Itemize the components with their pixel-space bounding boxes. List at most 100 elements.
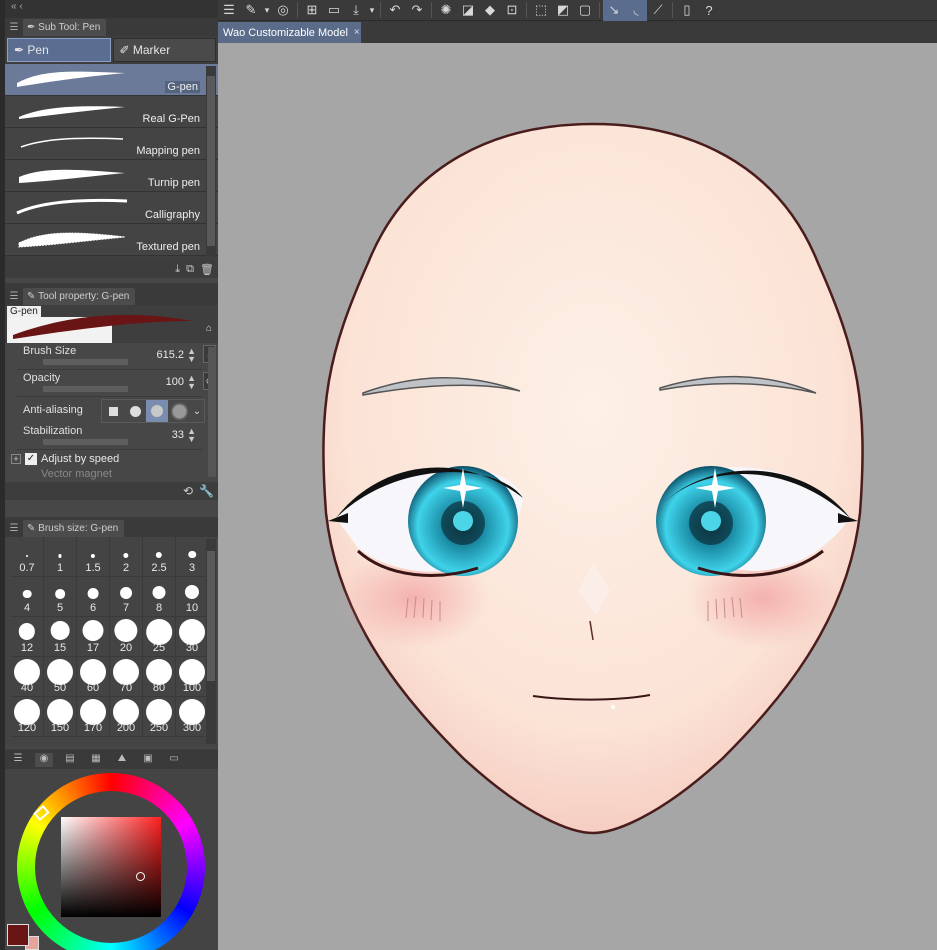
brush-item-g-pen[interactable]: G-pen: [5, 64, 218, 96]
deselect-icon[interactable]: ⬚: [530, 0, 552, 21]
open-folder-icon[interactable]: ▭: [323, 0, 345, 21]
redo-icon[interactable]: ↷: [406, 0, 428, 21]
help-icon[interactable]: ?: [698, 0, 720, 21]
panel-menu-icon[interactable]: ☰: [5, 22, 23, 33]
brush-item-calligraphy[interactable]: Calligraphy: [5, 192, 218, 224]
brush-item-textured-pen[interactable]: Textured pen: [5, 224, 218, 256]
intermediate-color-tab-icon[interactable]: ⛰: [113, 753, 131, 767]
brush-size-row[interactable]: Brush Size 615.2 ▲▼ ⌄: [17, 343, 216, 370]
loading-icon[interactable]: ✺: [435, 0, 457, 21]
color-slider-tab-icon[interactable]: ▤: [61, 753, 79, 767]
brush-size-cell[interactable]: 80: [143, 657, 176, 697]
stabilization-spinner[interactable]: ▲ ▼: [187, 427, 196, 444]
adjust-by-speed-checkbox[interactable]: ✓: [25, 453, 37, 465]
reset-icon[interactable]: ⟲: [183, 484, 193, 498]
select-icon[interactable]: ▢: [574, 0, 596, 21]
brush-item-real-g-pen[interactable]: Real G-Pen: [5, 96, 218, 128]
save-icon[interactable]: ⤓: [345, 0, 367, 21]
brush-size-cell[interactable]: 17: [77, 617, 110, 657]
import-icon[interactable]: ⤓: [175, 263, 180, 276]
brush-list-scrollbar[interactable]: [206, 66, 216, 256]
scrollbar-thumb[interactable]: [207, 76, 215, 246]
opacity-spinner[interactable]: ▲ ▼: [187, 374, 196, 391]
panel-menu-icon[interactable]: ☰: [5, 291, 23, 302]
antialias-dropdown[interactable]: ⌄: [190, 400, 204, 422]
phone-icon[interactable]: ▯: [676, 0, 698, 21]
spiral-icon[interactable]: ◎: [272, 0, 294, 21]
brush-size-cell[interactable]: 6: [77, 577, 110, 617]
antialias-weak-button[interactable]: [124, 400, 146, 422]
brush-size-cell[interactable]: 150: [44, 697, 77, 737]
brush-item-mapping-pen[interactable]: Mapping pen: [5, 128, 218, 160]
brush-cursor-icon[interactable]: ◟: [625, 0, 647, 21]
brush-size-cell[interactable]: 5: [44, 577, 77, 617]
saturation-value-square[interactable]: [61, 817, 161, 917]
color-set-tab-icon[interactable]: ▦: [87, 753, 105, 767]
approximate-color-tab-icon[interactable]: ▣: [139, 753, 157, 767]
brush-size-cell[interactable]: 8: [143, 577, 176, 617]
ruler-icon[interactable]: ⟋: [647, 0, 669, 21]
expand-icon[interactable]: +: [11, 454, 21, 464]
brush-size-cell[interactable]: 10: [176, 577, 209, 617]
panel-menu-icon[interactable]: ☰: [9, 753, 27, 767]
antialias-none-button[interactable]: [102, 400, 124, 422]
brush-size-cell[interactable]: 250: [143, 697, 176, 737]
brush-size-spinner[interactable]: ▲ ▼: [187, 347, 196, 364]
pen-cursor-icon[interactable]: ↘: [603, 0, 625, 21]
lock-icon[interactable]: ⌂: [206, 323, 212, 334]
group-tab-marker[interactable]: ✐ Marker: [112, 38, 216, 62]
wrench-icon[interactable]: 🔧: [199, 484, 214, 498]
canvas[interactable]: [218, 43, 937, 950]
sv-marker[interactable]: [136, 872, 145, 881]
trash-icon[interactable]: 🗑: [200, 263, 214, 276]
document-tab[interactable]: Wao Customizable Model ×: [218, 22, 361, 43]
tool-property-tab[interactable]: ✎ Tool property: G-pen: [23, 287, 136, 305]
opacity-value[interactable]: 100: [166, 376, 184, 388]
undo-icon[interactable]: ↶: [384, 0, 406, 21]
brush-size-cell[interactable]: 7: [110, 577, 143, 617]
brush-size-cell[interactable]: 3: [176, 537, 209, 577]
adjust-by-speed-row[interactable]: + ✓ Adjust by speed: [5, 450, 218, 468]
hamburger-icon[interactable]: ☰: [218, 0, 240, 21]
brush-size-cell[interactable]: 120: [11, 697, 44, 737]
subtool-tab[interactable]: ✒ Sub Tool: Pen: [23, 18, 107, 36]
opacity-row[interactable]: Opacity 100 ▲▼ ⊘: [17, 370, 216, 397]
brush-size-cell[interactable]: 40: [11, 657, 44, 697]
brush-size-slider[interactable]: [43, 359, 128, 365]
scrollbar-thumb[interactable]: [207, 551, 215, 681]
brush-size-scrollbar[interactable]: [206, 539, 216, 744]
brush-size-cell[interactable]: 12: [11, 617, 44, 657]
new-file-icon[interactable]: ⊞: [301, 0, 323, 21]
panel-menu-icon[interactable]: ☰: [5, 523, 23, 534]
stabilization-slider[interactable]: [43, 439, 128, 445]
opacity-slider[interactable]: [43, 386, 128, 392]
brush-size-cell[interactable]: 170: [77, 697, 110, 737]
tool-property-scrollbar[interactable]: [208, 347, 216, 477]
brush-size-tab[interactable]: ✎ Brush size: G-pen: [23, 519, 125, 537]
invert-select-icon[interactable]: ◩: [552, 0, 574, 21]
color-wheel-tab-icon[interactable]: ◉: [35, 753, 53, 767]
brush-size-cell[interactable]: 70: [110, 657, 143, 697]
brush-size-cell[interactable]: 1.5: [77, 537, 110, 577]
brush-size-cell[interactable]: 100: [176, 657, 209, 697]
antialias-medium-button[interactable]: [146, 400, 168, 422]
brush-size-cell[interactable]: 50: [44, 657, 77, 697]
brush-size-cell[interactable]: 30: [176, 617, 209, 657]
brush-size-cell[interactable]: 4: [11, 577, 44, 617]
brush-size-cell[interactable]: 2: [110, 537, 143, 577]
brush-size-cell[interactable]: 15: [44, 617, 77, 657]
color-history-tab-icon[interactable]: ▭: [165, 753, 183, 767]
brush-item-turnip-pen[interactable]: Turnip pen: [5, 160, 218, 192]
brush-size-value[interactable]: 615.2: [156, 349, 184, 361]
antialias-strong-button[interactable]: [168, 400, 190, 422]
transform-icon[interactable]: ⊡: [501, 0, 523, 21]
brush-size-cell[interactable]: 0.7: [11, 537, 44, 577]
brush-size-cell[interactable]: 25: [143, 617, 176, 657]
panel-collapse-bar[interactable]: « ‹: [5, 0, 218, 18]
brush-size-cell[interactable]: 2.5: [143, 537, 176, 577]
fill-icon[interactable]: ◆: [479, 0, 501, 21]
stabilization-value[interactable]: 33: [172, 429, 184, 441]
vector-magnet-row[interactable]: Vector magnet: [5, 468, 218, 482]
brush-size-cell[interactable]: 300: [176, 697, 209, 737]
clear-icon[interactable]: ◪: [457, 0, 479, 21]
